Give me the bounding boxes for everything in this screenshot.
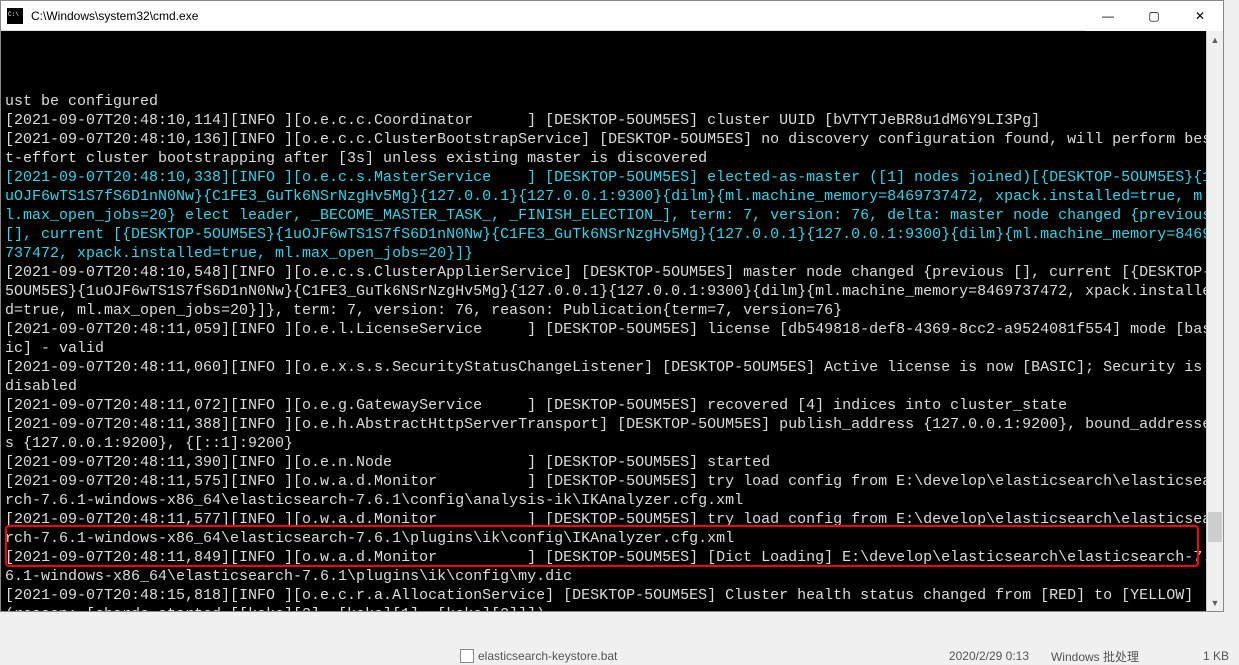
console-line: [2021-09-07T20:48:11,575][INFO ][o.w.a.d… bbox=[5, 472, 1217, 510]
explorer-row-fragment: elasticsearch-keystore.bat 2020/2/29 0:1… bbox=[0, 647, 1239, 665]
vertical-scrollbar[interactable]: ▲ ▼ bbox=[1206, 31, 1223, 611]
cmd-icon bbox=[7, 8, 23, 24]
titlebar[interactable]: C:\Windows\system32\cmd.exe — ▢ ✕ bbox=[1, 1, 1223, 31]
scrollbar-track[interactable] bbox=[1207, 48, 1223, 594]
cmd-window: C:\Windows\system32\cmd.exe — ▢ ✕ ust be… bbox=[0, 0, 1224, 612]
console-output[interactable]: ust be configured[2021-09-07T20:48:10,11… bbox=[1, 31, 1223, 611]
console-line: [2021-09-07T20:48:11,072][INFO ][o.e.g.G… bbox=[5, 396, 1217, 415]
close-button[interactable]: ✕ bbox=[1177, 1, 1223, 31]
console-line: [2021-09-07T20:48:11,390][INFO ][o.e.n.N… bbox=[5, 453, 1217, 472]
minimize-button[interactable]: — bbox=[1085, 1, 1131, 31]
file-date: 2020/2/29 0:13 bbox=[949, 649, 1029, 663]
console-line: [2021-09-07T20:48:11,060][INFO ][o.e.x.s… bbox=[5, 358, 1217, 396]
console-line: [2021-09-07T20:48:10,136][INFO ][o.e.c.c… bbox=[5, 130, 1217, 168]
scrollbar-thumb[interactable] bbox=[1208, 512, 1222, 542]
maximize-button[interactable]: ▢ bbox=[1131, 1, 1177, 31]
window-title: C:\Windows\system32\cmd.exe bbox=[29, 9, 1085, 23]
console-line: [2021-09-07T20:48:11,388][INFO ][o.e.h.A… bbox=[5, 415, 1217, 453]
console-line: [2021-09-07T20:48:11,849][INFO ][o.w.a.d… bbox=[5, 548, 1217, 586]
console-line: [2021-09-07T20:48:15,818][INFO ][o.e.c.r… bbox=[5, 586, 1217, 611]
file-name: elasticsearch-keystore.bat bbox=[460, 649, 617, 664]
file-size: 1 KB bbox=[1203, 649, 1229, 663]
scroll-up-icon[interactable]: ▲ bbox=[1207, 31, 1223, 48]
console-line: [2021-09-07T20:48:11,577][INFO ][o.w.a.d… bbox=[5, 510, 1217, 548]
scroll-down-icon[interactable]: ▼ bbox=[1207, 594, 1223, 611]
console-line: ust be configured bbox=[5, 92, 1217, 111]
window-controls: — ▢ ✕ bbox=[1085, 1, 1223, 31]
console-line: [2021-09-07T20:48:10,548][INFO ][o.e.c.s… bbox=[5, 263, 1217, 320]
file-kind: Windows 批处理 bbox=[1051, 648, 1139, 665]
console-line: [2021-09-07T20:48:11,059][INFO ][o.e.l.L… bbox=[5, 320, 1217, 358]
console-line: [2021-09-07T20:48:10,114][INFO ][o.e.c.c… bbox=[5, 111, 1217, 130]
console-line: [2021-09-07T20:48:10,338][INFO ][o.e.c.s… bbox=[5, 168, 1217, 263]
file-icon bbox=[460, 649, 474, 663]
